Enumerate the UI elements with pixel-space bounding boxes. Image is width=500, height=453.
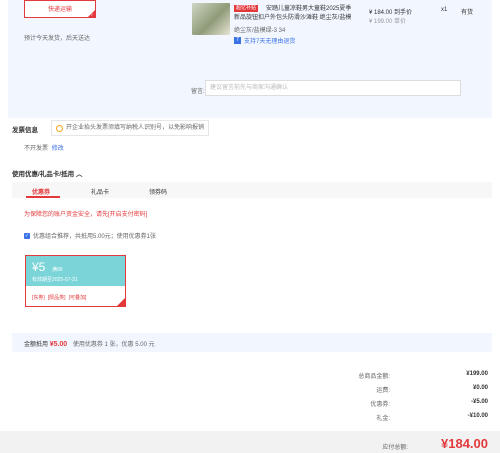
remark-input[interactable]: 建议留言前先与商家沟通确认: [205, 80, 461, 96]
gift-money-label: 礼金:: [376, 416, 390, 422]
tab-coupon-code[interactable]: 领券码: [149, 187, 167, 196]
summary-amount: ¥5.00: [49, 341, 68, 348]
invoice-tip-text: 开企业抬头发票须填写纳税人识别号，以免影响报销: [66, 125, 205, 131]
subsidy-badge: 超亿补贴: [234, 5, 259, 12]
security-warning-text: 为保障您的账户资金安全，请先: [24, 212, 109, 218]
coupon-validity: 有效期至2025-07-31: [32, 277, 78, 283]
invoice-title: 发票信息: [12, 127, 38, 134]
selected-corner-icon: [117, 298, 125, 306]
total-goods-value: ¥199.00: [466, 371, 488, 377]
product-service: 7 支持7天无理由退货: [234, 36, 295, 45]
check-icon: ✓: [90, 12, 94, 17]
invoice-status-text: 不开发票: [24, 146, 49, 152]
delivery-estimate: 预计今天发货，后天送达: [24, 36, 91, 42]
coupon-card[interactable]: ¥5 满99 有效期至2025-07-31 [东券] [限品类] [可叠加]: [25, 255, 126, 307]
product-image[interactable]: [192, 3, 230, 35]
invoice-status: 不开发票 修改: [24, 143, 64, 152]
coupon-tags: [东券] [限品类] [可叠加]: [32, 294, 86, 301]
gift-money-value: -¥10.00: [467, 413, 488, 419]
enable-pay-password-link[interactable]: [开启支付密码]: [108, 212, 147, 218]
coupon-tag: [东券]: [32, 295, 45, 301]
invoice-tip: 开企业抬头发票须填写纳税人识别号，以免影响报销: [51, 120, 210, 136]
payable-footer: [0, 431, 500, 453]
product-spec: 绝尘灰/盐模绿-3 34: [234, 28, 286, 34]
combo-recommend[interactable]: ✓ 优惠组合推荐，共抵用5.00元；使用优惠券1张: [24, 231, 156, 240]
security-warning: 为保障您的账户资金安全，请先[开启支付密码]: [24, 209, 147, 218]
total-goods-label: 总商品金额:: [358, 374, 390, 380]
invoice-edit-link[interactable]: 修改: [52, 146, 64, 152]
stock-status: 有货: [461, 10, 474, 16]
coupon-section-title[interactable]: 使用优惠/礼品卡/抵用 ︿: [12, 168, 82, 178]
payable-amount: ¥184.00: [441, 436, 488, 451]
payable-label: 应付总额:: [382, 445, 408, 451]
shipping-fee-value: ¥0.00: [472, 385, 488, 391]
coupon-condition: 满99: [52, 267, 63, 273]
product-quantity: x1: [441, 7, 448, 13]
product-unit-price: ¥ 199.00 单价: [369, 19, 407, 25]
shipping-method-button[interactable]: 快递运输 ✓: [24, 0, 96, 18]
coupon-amount: ¥5: [32, 260, 46, 274]
combo-text: 优惠组合推荐，共抵用5.00元；使用优惠券1张: [33, 234, 157, 240]
seven-day-return-icon: 7: [234, 37, 241, 44]
summary-detail: 使用优惠券 1 张，优惠 5.00 元: [72, 342, 155, 348]
shipping-method-label: 快递运输: [47, 7, 72, 13]
remark-label: 留言:: [191, 89, 205, 95]
checkbox-checked-icon[interactable]: ✓: [24, 232, 30, 239]
tab-gift-card[interactable]: 礼品卡: [91, 187, 109, 196]
coupon-tag: [限品类]: [47, 295, 66, 301]
shipping-fee-label: 运费:: [376, 388, 390, 394]
lightbulb-icon: [56, 124, 63, 132]
active-tab-indicator: [26, 196, 60, 198]
coupon-discount-label: 优惠券:: [370, 402, 390, 408]
coupon-section-title-text: 使用优惠/礼品卡/抵用: [12, 171, 75, 178]
product-price: ¥ 184.00 到手价: [369, 10, 413, 16]
service-text[interactable]: 支持7天无理由退货: [244, 36, 295, 45]
summary-label: 金额抵用: [24, 342, 49, 348]
coupon-summary: 金额抵用 ¥5.00 使用优惠券 1 张，优惠 5.00 元: [24, 339, 155, 348]
coupon-tabs: [12, 182, 492, 198]
chevron-up-icon: ︿: [75, 171, 83, 178]
tab-coupons[interactable]: 优惠券: [32, 187, 50, 196]
coupon-tag: [可叠加]: [68, 295, 87, 301]
coupon-discount-value: -¥5.00: [470, 399, 488, 405]
